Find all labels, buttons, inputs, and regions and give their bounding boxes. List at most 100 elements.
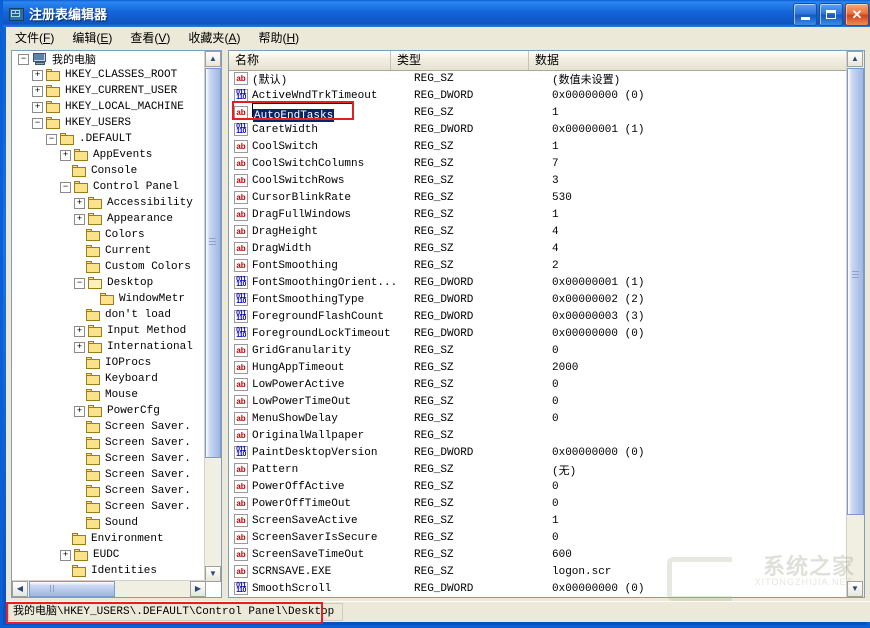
value-name-cell[interactable]: ScreenSaverIsSecure bbox=[252, 532, 414, 544]
value-name-cell[interactable]: LowPowerActive bbox=[252, 379, 414, 391]
registry-value-row[interactable]: abLowPowerActiveREG_SZ0 bbox=[229, 376, 848, 393]
expand-icon[interactable]: + bbox=[74, 342, 85, 353]
registry-value-row[interactable]: abLowPowerTimeOutREG_SZ0 bbox=[229, 393, 848, 410]
expand-icon[interactable]: + bbox=[74, 326, 85, 337]
tree-item-29[interactable]: Sound bbox=[12, 515, 206, 531]
value-name-cell[interactable]: DragHeight bbox=[252, 226, 414, 238]
tree-item-27[interactable]: Screen Saver. bbox=[12, 483, 206, 499]
collapse-icon[interactable]: − bbox=[60, 182, 71, 193]
menu-item-2[interactable]: 编辑(E) bbox=[63, 27, 121, 48]
registry-value-row[interactable]: abFontSmoothingREG_SZ2 bbox=[229, 257, 848, 274]
registry-value-row[interactable]: abPatternREG_SZ(无) bbox=[229, 461, 848, 478]
tree-item-5[interactable]: −.DEFAULT bbox=[12, 131, 206, 147]
registry-value-row[interactable]: 011110ActiveWndTrkTimeoutREG_DWORD0x0000… bbox=[229, 87, 848, 104]
title-bar[interactable]: 注册表编辑器 ✕ bbox=[3, 0, 870, 27]
value-name-cell[interactable]: DragWidth bbox=[252, 243, 414, 255]
value-name-cell[interactable]: ForegroundLockTimeout bbox=[252, 328, 414, 340]
registry-value-row[interactable]: abOriginalWallpaperREG_SZ bbox=[229, 427, 848, 444]
tree-scroll-right-button[interactable]: ▶ bbox=[190, 581, 206, 597]
registry-value-row[interactable]: abSCRNSAVE.EXEREG_SZlogon.scr bbox=[229, 563, 848, 580]
value-name-cell[interactable]: HungAppTimeout bbox=[252, 362, 414, 374]
tree-item-9[interactable]: +Accessibility bbox=[12, 195, 206, 211]
value-name-cell[interactable]: ForegroundFlashCount bbox=[252, 311, 414, 323]
tree-item-26[interactable]: Screen Saver. bbox=[12, 467, 206, 483]
value-name-cell[interactable]: FontSmoothing bbox=[252, 260, 414, 272]
tree-item-23[interactable]: Screen Saver. bbox=[12, 419, 206, 435]
value-name-cell[interactable]: CursorBlinkRate bbox=[252, 192, 414, 204]
tree-item-16[interactable]: don't load bbox=[12, 307, 206, 323]
tree-item-24[interactable]: Screen Saver. bbox=[12, 435, 206, 451]
registry-value-row[interactable]: abHungAppTimeoutREG_SZ2000 bbox=[229, 359, 848, 376]
tree-item-11[interactable]: Colors bbox=[12, 227, 206, 243]
tree-item-6[interactable]: +AppEvents bbox=[12, 147, 206, 163]
registry-value-row[interactable]: abMenuShowDelayREG_SZ0 bbox=[229, 410, 848, 427]
tree-item-21[interactable]: Mouse bbox=[12, 387, 206, 403]
menu-item-1[interactable]: 文件(F) bbox=[6, 27, 63, 48]
tree-item-25[interactable]: Screen Saver. bbox=[12, 451, 206, 467]
tree-item-22[interactable]: +PowerCfg bbox=[12, 403, 206, 419]
value-name-cell[interactable]: GridGranularity bbox=[252, 345, 414, 357]
registry-value-row[interactable]: abDragFullWindowsREG_SZ1 bbox=[229, 206, 848, 223]
registry-value-row[interactable]: 011110SmoothScrollREG_DWORD0x00000000 (0… bbox=[229, 580, 848, 597]
collapse-icon[interactable]: − bbox=[32, 118, 43, 129]
registry-value-row[interactable]: abCursorBlinkRateREG_SZ530 bbox=[229, 189, 848, 206]
value-name-cell[interactable]: CoolSwitchColumns bbox=[252, 158, 414, 170]
registry-value-row[interactable]: 011110ForegroundFlashCountREG_DWORD0x000… bbox=[229, 308, 848, 325]
registry-value-row[interactable]: 011110FontSmoothingOrient...REG_DWORD0x0… bbox=[229, 274, 848, 291]
value-name-cell[interactable]: PowerOffTimeOut bbox=[252, 498, 414, 510]
registry-value-row[interactable]: abPowerOffTimeOutREG_SZ0 bbox=[229, 495, 848, 512]
tree-item-30[interactable]: Environment bbox=[12, 531, 206, 547]
registry-value-row[interactable]: abPowerOffActiveREG_SZ0 bbox=[229, 478, 848, 495]
value-name-cell[interactable]: FontSmoothingOrient... bbox=[252, 277, 414, 289]
tree-item-14[interactable]: −Desktop bbox=[12, 275, 206, 291]
registry-value-row[interactable]: abCoolSwitchColumnsREG_SZ7 bbox=[229, 155, 848, 172]
expand-icon[interactable]: + bbox=[60, 150, 71, 161]
registry-value-row[interactable]: abAutoEndTasksREG_SZ1 bbox=[229, 104, 848, 121]
maximize-button[interactable] bbox=[819, 3, 843, 26]
value-name-cell[interactable]: ActiveWndTrkTimeout bbox=[252, 90, 414, 102]
collapse-icon[interactable]: − bbox=[74, 278, 85, 289]
value-name-cell[interactable]: CaretWidth bbox=[252, 124, 414, 136]
value-name-cell[interactable]: Pattern bbox=[252, 464, 414, 476]
menu-item-4[interactable]: 收藏夹(A) bbox=[179, 27, 249, 48]
registry-value-row[interactable]: abDragWidthREG_SZ4 bbox=[229, 240, 848, 257]
tree-item-10[interactable]: +Appearance bbox=[12, 211, 206, 227]
list-scrollbar-thumb[interactable] bbox=[847, 68, 864, 515]
list-scroll-up-button[interactable]: ▲ bbox=[847, 51, 863, 67]
registry-value-row[interactable]: 011110PaintDesktopVersionREG_DWORD0x0000… bbox=[229, 444, 848, 461]
column-header-3[interactable]: 数据 bbox=[529, 51, 847, 70]
registry-values-pane[interactable]: 名称类型数据 ab(默认)REG_SZ(数值未设置)011110ActiveWn… bbox=[228, 50, 865, 598]
tree-item-12[interactable]: Current bbox=[12, 243, 206, 259]
list-scroll-down-button[interactable]: ▼ bbox=[847, 581, 863, 597]
tree-scroll-up-button[interactable]: ▲ bbox=[205, 51, 221, 67]
value-name-cell[interactable]: FontSmoothingType bbox=[252, 294, 414, 306]
registry-value-row[interactable]: abScreenSaveTimeOutREG_SZ600 bbox=[229, 546, 848, 563]
tree-item-3[interactable]: +HKEY_LOCAL_MACHINE bbox=[12, 99, 206, 115]
tree-item-8[interactable]: −Control Panel bbox=[12, 179, 206, 195]
tree-item-4[interactable]: −HKEY_USERS bbox=[12, 115, 206, 131]
tree-item-13[interactable]: Custom Colors bbox=[12, 259, 206, 275]
registry-value-row[interactable]: abScreenSaverIsSecureREG_SZ0 bbox=[229, 529, 848, 546]
registry-value-row[interactable]: abScreenSaveActiveREG_SZ1 bbox=[229, 512, 848, 529]
registry-value-row[interactable]: 011110FontSmoothingTypeREG_DWORD0x000000… bbox=[229, 291, 848, 308]
expand-icon[interactable]: + bbox=[60, 550, 71, 561]
menu-item-5[interactable]: 帮助(H) bbox=[249, 27, 308, 48]
tree-hscrollbar-thumb[interactable] bbox=[29, 581, 115, 597]
tree-item-20[interactable]: Keyboard bbox=[12, 371, 206, 387]
tree-item-18[interactable]: +International bbox=[12, 339, 206, 355]
column-header-2[interactable]: 类型 bbox=[391, 51, 529, 70]
value-name-cell[interactable]: SmoothScroll bbox=[252, 583, 414, 595]
registry-value-row[interactable]: abGridGranularityREG_SZ0 bbox=[229, 342, 848, 359]
tree-scroll-down-button[interactable]: ▼ bbox=[205, 566, 221, 582]
expand-icon[interactable]: + bbox=[32, 86, 43, 97]
tree-item-32[interactable]: Identities bbox=[12, 563, 206, 579]
tree-item-17[interactable]: +Input Method bbox=[12, 323, 206, 339]
registry-tree[interactable]: −我的电脑+HKEY_CLASSES_ROOT+HKEY_CURRENT_USE… bbox=[12, 51, 206, 581]
tree-item-15[interactable]: WindowMetr bbox=[12, 291, 206, 307]
value-name-cell[interactable]: (默认) bbox=[252, 71, 414, 87]
registry-value-row[interactable]: abDragHeightREG_SZ4 bbox=[229, 223, 848, 240]
value-name-cell[interactable]: PaintDesktopVersion bbox=[252, 447, 414, 459]
value-name-cell[interactable]: ScreenSaveActive bbox=[252, 515, 414, 527]
tree-item-7[interactable]: Console bbox=[12, 163, 206, 179]
value-name-cell[interactable]: OriginalWallpaper bbox=[252, 430, 414, 442]
